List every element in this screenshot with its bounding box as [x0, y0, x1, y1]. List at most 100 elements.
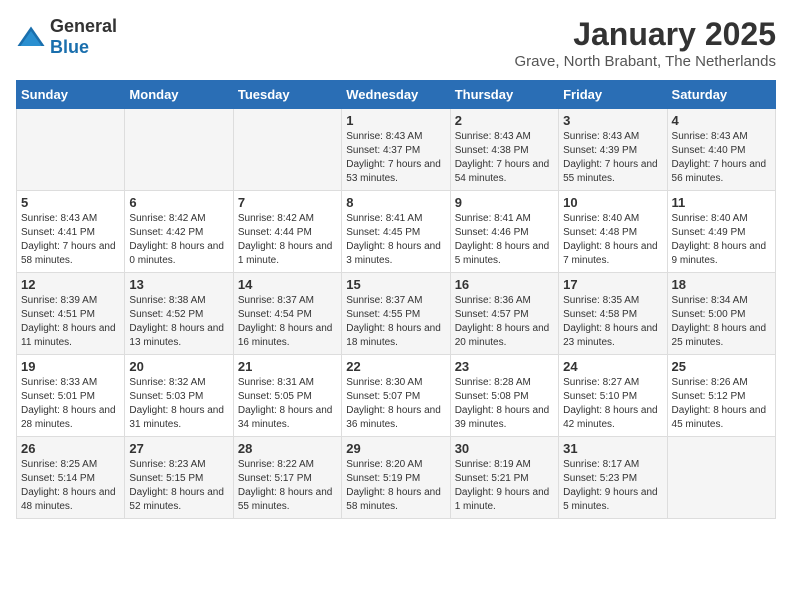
day-number: 11	[672, 195, 771, 210]
week-row-5: 26Sunrise: 8:25 AM Sunset: 5:14 PM Dayli…	[17, 437, 776, 519]
day-info: Sunrise: 8:40 AM Sunset: 4:49 PM Dayligh…	[672, 212, 771, 268]
day-number: 25	[672, 359, 771, 374]
day-info: Sunrise: 8:39 AM Sunset: 4:51 PM Dayligh…	[21, 294, 120, 350]
main-title: January 2025	[514, 16, 776, 53]
header-row: SundayMondayTuesdayWednesdayThursdayFrid…	[17, 81, 776, 109]
day-header-thursday: Thursday	[450, 81, 558, 109]
calendar-cell: 15 Sunrise: 8:37 AM Sunset: 4:55 PM Dayli…	[342, 273, 450, 355]
day-info: Sunrise: 8:42 AM Sunset: 4:42 PM Dayligh…	[129, 212, 228, 268]
calendar-cell	[667, 437, 775, 519]
calendar-cell	[17, 109, 125, 191]
day-header-monday: Monday	[125, 81, 233, 109]
day-info: Sunrise: 8:20 AM Sunset: 5:19 PM Dayligh…	[346, 458, 445, 514]
logo: General Blue	[16, 16, 117, 58]
day-info: Sunrise: 8:25 AM Sunset: 5:14 PM Dayligh…	[21, 458, 120, 514]
day-number: 31	[563, 441, 662, 456]
day-header-friday: Friday	[559, 81, 667, 109]
calendar-cell: 11 Sunrise: 8:40 AM Sunset: 4:49 PM Dayli…	[667, 191, 775, 273]
calendar-cell: 14 Sunrise: 8:37 AM Sunset: 4:54 PM Dayli…	[233, 273, 341, 355]
calendar-cell: 13Sunrise: 8:38 AM Sunset: 4:52 PM Dayli…	[125, 273, 233, 355]
day-header-tuesday: Tuesday	[233, 81, 341, 109]
calendar-cell: 26Sunrise: 8:25 AM Sunset: 5:14 PM Dayli…	[17, 437, 125, 519]
day-info: Sunrise: 8:41 AM Sunset: 4:45 PM Dayligh…	[346, 212, 445, 268]
subtitle: Grave, North Brabant, The Netherlands	[514, 53, 776, 70]
day-info: Sunrise: 8:22 AM Sunset: 5:17 PM Dayligh…	[238, 458, 337, 514]
calendar-cell: 17 Sunrise: 8:35 AM Sunset: 4:58 PM Dayli…	[559, 273, 667, 355]
day-info: Sunrise: 8:35 AM Sunset: 4:58 PM Dayligh…	[563, 294, 662, 350]
week-row-1: 1 Sunrise: 8:43 AM Sunset: 4:37 PM Daylig…	[17, 109, 776, 191]
day-info: Sunrise: 8:19 AM Sunset: 5:21 PM Dayligh…	[455, 458, 554, 514]
calendar-table: SundayMondayTuesdayWednesdayThursdayFrid…	[16, 80, 776, 519]
day-info: Sunrise: 8:41 AM Sunset: 4:46 PM Dayligh…	[455, 212, 554, 268]
day-info: Sunrise: 8:37 AM Sunset: 4:54 PM Dayligh…	[238, 294, 337, 350]
calendar-cell: 4 Sunrise: 8:43 AM Sunset: 4:40 PM Daylig…	[667, 109, 775, 191]
day-info: Sunrise: 8:42 AM Sunset: 4:44 PM Dayligh…	[238, 212, 337, 268]
calendar-cell: 6 Sunrise: 8:42 AM Sunset: 4:42 PM Daylig…	[125, 191, 233, 273]
day-number: 14	[238, 277, 337, 292]
calendar-cell: 5Sunrise: 8:43 AM Sunset: 4:41 PM Daylig…	[17, 191, 125, 273]
day-number: 7	[238, 195, 337, 210]
day-info: Sunrise: 8:31 AM Sunset: 5:05 PM Dayligh…	[238, 376, 337, 432]
calendar-cell: 18 Sunrise: 8:34 AM Sunset: 5:00 PM Dayli…	[667, 273, 775, 355]
calendar-cell: 22Sunrise: 8:30 AM Sunset: 5:07 PM Dayli…	[342, 355, 450, 437]
day-info: Sunrise: 8:30 AM Sunset: 5:07 PM Dayligh…	[346, 376, 445, 432]
day-number: 30	[455, 441, 554, 456]
calendar-cell: 20Sunrise: 8:32 AM Sunset: 5:03 PM Dayli…	[125, 355, 233, 437]
calendar-cell: 30 Sunrise: 8:19 AM Sunset: 5:21 PM Dayli…	[450, 437, 558, 519]
day-info: Sunrise: 8:43 AM Sunset: 4:39 PM Dayligh…	[563, 130, 662, 186]
calendar-cell: 7 Sunrise: 8:42 AM Sunset: 4:44 PM Daylig…	[233, 191, 341, 273]
day-info: Sunrise: 8:36 AM Sunset: 4:57 PM Dayligh…	[455, 294, 554, 350]
day-number: 3	[563, 113, 662, 128]
day-number: 9	[455, 195, 554, 210]
calendar-cell: 16 Sunrise: 8:36 AM Sunset: 4:57 PM Dayli…	[450, 273, 558, 355]
calendar-cell: 8 Sunrise: 8:41 AM Sunset: 4:45 PM Daylig…	[342, 191, 450, 273]
day-number: 29	[346, 441, 445, 456]
logo-general-text: General	[50, 16, 117, 36]
day-info: Sunrise: 8:28 AM Sunset: 5:08 PM Dayligh…	[455, 376, 554, 432]
calendar-cell	[233, 109, 341, 191]
day-number: 21	[238, 359, 337, 374]
calendar-cell: 28 Sunrise: 8:22 AM Sunset: 5:17 PM Dayli…	[233, 437, 341, 519]
day-info: Sunrise: 8:43 AM Sunset: 4:41 PM Dayligh…	[21, 212, 120, 268]
calendar-cell: 1 Sunrise: 8:43 AM Sunset: 4:37 PM Daylig…	[342, 109, 450, 191]
calendar-cell: 23 Sunrise: 8:28 AM Sunset: 5:08 PM Dayli…	[450, 355, 558, 437]
week-row-3: 12Sunrise: 8:39 AM Sunset: 4:51 PM Dayli…	[17, 273, 776, 355]
day-info: Sunrise: 8:27 AM Sunset: 5:10 PM Dayligh…	[563, 376, 662, 432]
day-number: 4	[672, 113, 771, 128]
day-info: Sunrise: 8:37 AM Sunset: 4:55 PM Dayligh…	[346, 294, 445, 350]
day-info: Sunrise: 8:34 AM Sunset: 5:00 PM Dayligh…	[672, 294, 771, 350]
day-header-sunday: Sunday	[17, 81, 125, 109]
day-info: Sunrise: 8:43 AM Sunset: 4:40 PM Dayligh…	[672, 130, 771, 186]
day-number: 18	[672, 277, 771, 292]
day-info: Sunrise: 8:38 AM Sunset: 4:52 PM Dayligh…	[129, 294, 228, 350]
calendar-cell: 19 Sunrise: 8:33 AM Sunset: 5:01 PM Dayli…	[17, 355, 125, 437]
calendar-cell: 24 Sunrise: 8:27 AM Sunset: 5:10 PM Dayli…	[559, 355, 667, 437]
day-number: 10	[563, 195, 662, 210]
day-number: 8	[346, 195, 445, 210]
day-info: Sunrise: 8:40 AM Sunset: 4:48 PM Dayligh…	[563, 212, 662, 268]
calendar-cell	[125, 109, 233, 191]
week-row-2: 5Sunrise: 8:43 AM Sunset: 4:41 PM Daylig…	[17, 191, 776, 273]
day-number: 28	[238, 441, 337, 456]
day-info: Sunrise: 8:23 AM Sunset: 5:15 PM Dayligh…	[129, 458, 228, 514]
day-number: 16	[455, 277, 554, 292]
logo-icon	[16, 25, 46, 49]
day-number: 27	[129, 441, 228, 456]
day-info: Sunrise: 8:26 AM Sunset: 5:12 PM Dayligh…	[672, 376, 771, 432]
day-number: 24	[563, 359, 662, 374]
calendar-cell: 29 Sunrise: 8:20 AM Sunset: 5:19 PM Dayli…	[342, 437, 450, 519]
day-number: 17	[563, 277, 662, 292]
day-header-saturday: Saturday	[667, 81, 775, 109]
calendar-cell: 21 Sunrise: 8:31 AM Sunset: 5:05 PM Dayli…	[233, 355, 341, 437]
day-number: 19	[21, 359, 120, 374]
calendar-cell: 10 Sunrise: 8:40 AM Sunset: 4:48 PM Dayli…	[559, 191, 667, 273]
day-number: 23	[455, 359, 554, 374]
day-info: Sunrise: 8:33 AM Sunset: 5:01 PM Dayligh…	[21, 376, 120, 432]
day-number: 15	[346, 277, 445, 292]
day-number: 1	[346, 113, 445, 128]
title-section: January 2025 Grave, North Brabant, The N…	[514, 16, 776, 70]
day-info: Sunrise: 8:43 AM Sunset: 4:37 PM Dayligh…	[346, 130, 445, 186]
day-number: 6	[129, 195, 228, 210]
calendar-cell: 27 Sunrise: 8:23 AM Sunset: 5:15 PM Dayli…	[125, 437, 233, 519]
day-info: Sunrise: 8:32 AM Sunset: 5:03 PM Dayligh…	[129, 376, 228, 432]
